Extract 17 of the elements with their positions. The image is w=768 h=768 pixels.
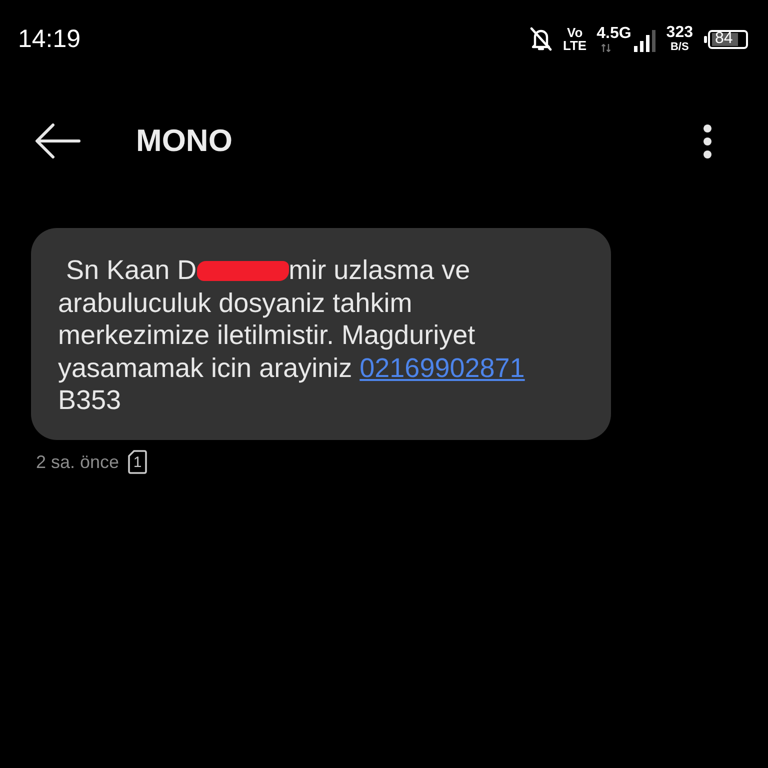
contact-name-title: MONO [136, 123, 232, 159]
network-speed-value: 323 [666, 25, 693, 41]
bell-off-icon [529, 26, 554, 52]
volte-label: LTE [563, 39, 587, 52]
clock-time: 14:19 [18, 24, 81, 54]
signal-bars-icon [634, 30, 656, 52]
data-arrows-icon [600, 44, 611, 52]
message-text: Sn Kaan D mir uzlasma ve arabuluculuk dosyaniz tahkim merkezimize iletilmistir. Magduriyet yasamamak icin arayiniz 02169902871 B353 [58, 254, 526, 416]
volte-label: Vo [566, 26, 583, 39]
more-options-icon[interactable] [703, 124, 712, 158]
battery-percent: 84 [712, 32, 738, 46]
back-arrow-icon[interactable] [35, 123, 81, 159]
message-time: 2 sa. önce [36, 452, 120, 470]
sim-slot-indicator: 1 [128, 450, 148, 474]
phone-number-link[interactable]: 02169902871 [360, 352, 525, 382]
network-speed-unit: B/S [670, 42, 689, 53]
network-type-label: 4.5G [596, 26, 632, 42]
